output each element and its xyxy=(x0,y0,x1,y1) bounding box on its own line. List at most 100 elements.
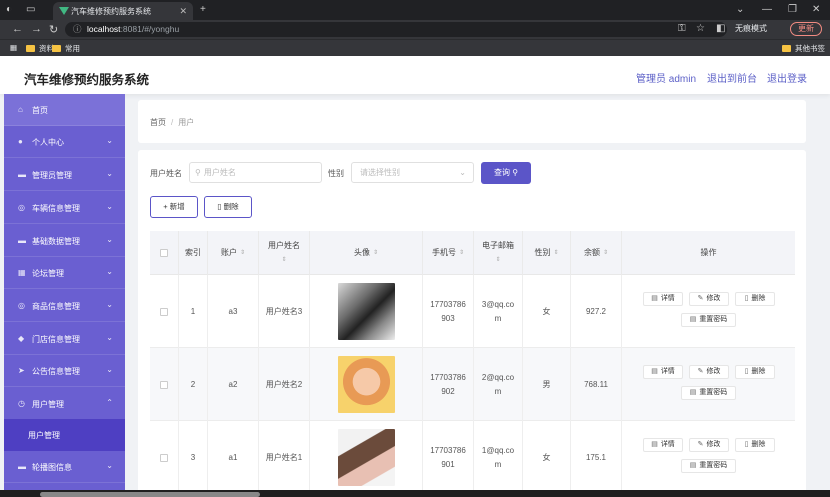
phone-cell: 17703786 901 xyxy=(423,421,474,494)
maximize-icon[interactable]: ❐ xyxy=(788,4,797,15)
row-checkbox[interactable] xyxy=(160,380,168,389)
col-name[interactable]: 用户姓名 ⇕ xyxy=(259,231,310,275)
edit-button[interactable]: ✎ 修改 xyxy=(689,438,729,452)
other-bookmarks[interactable]: 其他书签 xyxy=(782,43,825,54)
exit-to-front-link[interactable]: 退出到前台 xyxy=(707,70,757,85)
remove-button[interactable]: ▯ 删除 xyxy=(735,365,775,379)
site-info-icon[interactable]: ⓘ xyxy=(73,22,82,37)
side-panel-icon[interactable]: ◧ xyxy=(716,23,725,34)
close-window-icon[interactable]: ✕ xyxy=(812,4,820,15)
ops-cell: ▤ 详情 ✎ 修改 ▯ 删除 ▤ 重置密码 xyxy=(622,275,795,348)
sidebar-item-notices[interactable]: ➤ 公告信息管理 ⌄ xyxy=(4,355,125,387)
sidebar-subitem-label: 用户管理 xyxy=(28,431,60,440)
col-ops: 操作 xyxy=(622,231,795,275)
edit-icon: ✎ xyxy=(697,441,704,448)
select-all-checkbox[interactable] xyxy=(160,249,168,257)
phone-value: 17703786 xyxy=(430,445,466,455)
close-tab-icon[interactable]: ✕ xyxy=(179,6,187,17)
col-avatar[interactable]: 头像 ⇕ xyxy=(310,231,423,275)
sidebar-item-stores[interactable]: ◆ 门店信息管理 ⌄ xyxy=(4,323,125,355)
detail-label: 详情 xyxy=(660,295,675,302)
bookmark-folder[interactable]: 资料 xyxy=(26,43,54,54)
table-row: 3 a1 用户姓名1 17703786 901 1@qq.co m 女 175.1 … xyxy=(150,421,795,494)
sort-icon[interactable]: ⇕ xyxy=(495,254,500,266)
add-button[interactable]: + 新增 xyxy=(150,196,198,218)
chevron-down-icon[interactable]: ⌄ xyxy=(736,4,744,15)
new-tab-icon[interactable]: + xyxy=(200,4,206,15)
update-button[interactable]: 更新 xyxy=(790,22,822,36)
reset-password-button[interactable]: ▤ 重置密码 xyxy=(681,386,736,400)
reset-password-button[interactable]: ▤ 重置密码 xyxy=(681,459,736,473)
gender-select[interactable]: 请选择性别 ⌄ xyxy=(351,162,474,183)
avatar[interactable] xyxy=(337,429,395,486)
sort-icon[interactable]: ⇕ xyxy=(553,247,558,259)
detail-label: 详情 xyxy=(660,368,675,375)
sidebar-item-base-data[interactable]: ▬ 基础数据管理 ⌄ xyxy=(4,225,125,257)
clock-icon: ◷ xyxy=(18,399,25,408)
folder-icon xyxy=(52,45,61,52)
sidebar-item-vehicles[interactable]: ◎ 车辆信息管理 ⌄ xyxy=(4,192,125,224)
chevron-down-icon: ⌄ xyxy=(459,168,466,177)
url-bar[interactable]: ⓘ localhost:8081/#/yonghu xyxy=(65,22,727,37)
row-checkbox[interactable] xyxy=(160,453,168,462)
edit-button[interactable]: ✎ 修改 xyxy=(689,365,729,379)
sidebar-item-admins[interactable]: ▬ 管理员管理 ⌄ xyxy=(4,159,125,191)
sidebar-item-home[interactable]: ⌂ 首页 xyxy=(4,94,125,126)
sort-icon[interactable]: ⇕ xyxy=(240,247,245,259)
tab-list-icon[interactable]: ▭ xyxy=(26,4,35,15)
avatar[interactable] xyxy=(337,356,395,413)
reset-password-button[interactable]: ▤ 重置密码 xyxy=(681,313,736,327)
sort-icon[interactable]: ⇕ xyxy=(603,247,608,259)
sidebar-item-forum[interactable]: ▦ 论坛管理 ⌄ xyxy=(4,257,125,289)
search-icon: ⚲ xyxy=(195,168,201,177)
back-icon[interactable]: ← xyxy=(12,23,23,35)
sort-icon[interactable]: ⇕ xyxy=(459,247,464,259)
minimize-icon[interactable]: — xyxy=(762,4,772,15)
edit-icon: ✎ xyxy=(697,368,704,375)
breadcrumb-separator: / xyxy=(171,118,174,127)
shield-icon: ◆ xyxy=(18,334,25,343)
detail-button[interactable]: ▤ 详情 xyxy=(643,365,683,379)
sidebar-item-users[interactable]: ◷ 用户管理 ⌃ xyxy=(4,388,125,420)
reload-icon[interactable]: ↻ xyxy=(49,23,58,36)
delete-button[interactable]: ▯ 删除 xyxy=(204,196,252,218)
phone-value-wrap: 903 xyxy=(441,313,455,323)
sort-icon[interactable]: ⇕ xyxy=(281,254,286,266)
forward-icon[interactable]: → xyxy=(31,23,42,35)
address-row: ← → ↻ ⓘ localhost:8081/#/yonghu ⚿ ☆ ◧ 无痕… xyxy=(0,20,830,39)
sidebar-item-profile[interactable]: ● 个人中心 ⌄ xyxy=(4,126,125,158)
detail-button[interactable]: ▤ 详情 xyxy=(643,292,683,306)
edit-button[interactable]: ✎ 修改 xyxy=(689,292,729,306)
breadcrumb-home[interactable]: 首页 xyxy=(150,118,166,127)
col-email[interactable]: 电子邮箱 ⇕ xyxy=(474,231,523,275)
remove-button[interactable]: ▯ 删除 xyxy=(735,438,775,452)
sidebar-subitem-users[interactable]: 用户管理 xyxy=(4,419,125,451)
col-gender[interactable]: 性别 ⇕ xyxy=(523,231,571,275)
browser-tab[interactable]: 汽车维修预约服务系统 ✕ xyxy=(53,2,193,20)
incognito-label[interactable]: 无痕模式 xyxy=(735,23,767,34)
horizontal-scrollbar[interactable] xyxy=(40,492,260,497)
remove-button[interactable]: ▯ 删除 xyxy=(735,292,775,306)
col-balance[interactable]: 余额 ⇕ xyxy=(571,231,622,275)
avatar[interactable] xyxy=(337,283,395,340)
monitor-icon: ▬ xyxy=(18,170,26,179)
search-button[interactable]: 查询 ⚲ xyxy=(481,162,531,184)
document-icon: ▤ xyxy=(689,462,697,469)
row-checkbox[interactable] xyxy=(160,307,168,316)
detail-button[interactable]: ▤ 详情 xyxy=(643,438,683,452)
key-icon[interactable]: ⚿ xyxy=(678,23,686,34)
sidebar-item-carousel[interactable]: ▬ 轮播图信息 ⌄ xyxy=(4,451,125,483)
col-account[interactable]: 账户 ⇕ xyxy=(208,231,259,275)
monitor-icon: ▬ xyxy=(18,236,26,245)
bookmark-folder[interactable]: 常用 xyxy=(52,43,80,54)
name-filter-input[interactable]: ⚲ 用户姓名 xyxy=(189,162,322,183)
sort-icon[interactable]: ⇕ xyxy=(373,247,378,259)
email-value: 3@qq.co xyxy=(481,299,515,309)
sidebar-item-products[interactable]: ◎ 商品信息管理 ⌄ xyxy=(4,290,125,322)
logout-link[interactable]: 退出登录 xyxy=(767,70,807,85)
trash-icon: ▯ xyxy=(744,295,749,302)
apps-icon[interactable]: ▦ xyxy=(10,43,17,52)
col-phone[interactable]: 手机号 ⇕ xyxy=(423,231,474,275)
star-icon[interactable]: ☆ xyxy=(696,23,705,34)
balance-cell: 927.2 xyxy=(571,275,622,348)
